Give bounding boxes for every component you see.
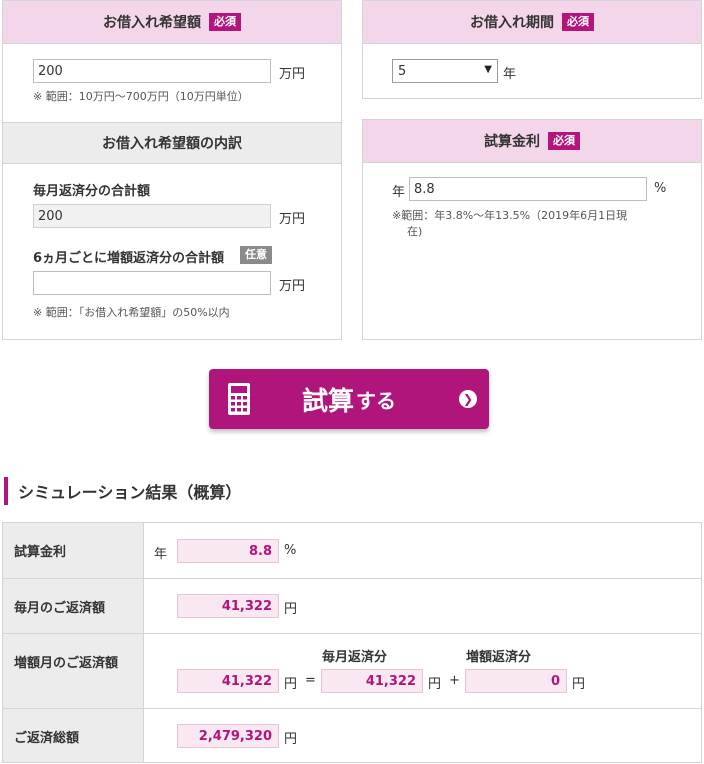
table-row: ご返済総額 2,479,320 円: [2, 708, 702, 763]
bonus-total-label: 6ヵ月ごとに増額返済分の合計額: [33, 251, 225, 266]
table-row: 毎月のご返済額 41,322 円: [2, 578, 702, 634]
calculate-label-big: 試算: [301, 386, 354, 417]
rate-note-line2: 在): [407, 225, 423, 238]
sub-monthly-value: 41,322: [321, 669, 423, 693]
result-rate-value: 8.8: [177, 539, 279, 563]
result-bonus-month-label: 増額月のご返済額: [2, 633, 144, 709]
breakdown-header: お借入れ希望額の内訳: [3, 122, 341, 164]
results-table: 試算金利 年 8.8 % 毎月のご返済額 41,322 円 増額月のご返済額 4…: [2, 522, 702, 763]
calculate-button-label: 試算 する: [209, 369, 489, 429]
result-bonus-month-cell: 41,322 円 = 毎月返済分 41,322 円 + 増額返済分 0 円: [143, 633, 702, 709]
result-monthly-unit: 円: [284, 602, 298, 617]
dropdown-arrow-icon: ▼: [484, 64, 492, 75]
rate-prefix: 年: [392, 185, 406, 200]
breakdown-heading: お借入れ希望額の内訳: [102, 136, 242, 152]
loan-period-select[interactable]: 5 ▼: [392, 59, 498, 83]
loan-period-heading: お借入れ期間: [470, 15, 554, 31]
plus-sign: +: [449, 673, 460, 688]
optional-badge: 任意: [240, 246, 272, 264]
result-rate-label: 試算金利: [2, 522, 144, 579]
monthly-total-label: 毎月返済分の合計額: [33, 184, 151, 199]
loan-period-selected: 5: [398, 63, 407, 79]
required-badge: 必須: [209, 13, 241, 31]
rate-panel: 試算金利 必須 年 8.8 % ※範囲：年3.8%〜年13.5%（2019年6月…: [362, 119, 702, 340]
required-badge: 必須: [548, 132, 580, 150]
sub-bonus-unit: 円: [572, 677, 586, 692]
bonus-total-unit: 万円: [279, 279, 306, 294]
table-row: 増額月のご返済額 41,322 円 = 毎月返済分 41,322 円 + 増額返…: [2, 633, 702, 709]
rate-heading: 試算金利: [484, 134, 540, 150]
rate-note-line1: ※範囲：年3.8%〜年13.5%（2019年6月1日現: [392, 209, 628, 222]
loan-amount-note: ※ 範囲：10万円〜700万円（10万円単位）: [33, 90, 249, 103]
required-badge: 必須: [562, 13, 594, 31]
result-total-value: 2,479,320: [177, 724, 279, 748]
result-total-unit: 円: [284, 732, 298, 747]
loan-amount-unit: 万円: [279, 67, 306, 82]
result-monthly-cell: 41,322 円: [143, 578, 702, 634]
result-monthly-value: 41,322: [177, 594, 279, 618]
results-title: シミュレーション結果（概算）: [4, 477, 241, 505]
calculate-label-small: する: [356, 388, 396, 413]
monthly-total-unit: 万円: [279, 212, 306, 227]
loan-period-unit: 年: [503, 67, 517, 82]
loan-period-header: お借入れ期間 必須: [363, 1, 701, 44]
sub-monthly-heading: 毎月返済分: [322, 650, 388, 665]
result-monthly-label: 毎月のご返済額: [2, 578, 144, 634]
loan-amount-input[interactable]: 200: [33, 59, 271, 83]
result-rate-cell: 年 8.8 %: [143, 522, 702, 579]
calculate-button[interactable]: 試算 する ❯: [209, 369, 489, 429]
monthly-total-field: 200: [33, 204, 271, 228]
rate-header: 試算金利 必須: [363, 120, 701, 163]
bonus-total-note: ※ 範囲：「お借入れ希望額」の50%以内: [33, 306, 230, 319]
equals-sign: =: [305, 673, 316, 688]
result-rate-unit: %: [284, 543, 297, 558]
result-total-label: ご返済総額: [2, 708, 144, 763]
result-rate-prefix: 年: [154, 547, 168, 562]
sub-bonus-heading: 増額返済分: [466, 650, 532, 665]
sub-bonus-value: 0: [465, 669, 567, 693]
loan-amount-heading: お借入れ希望額: [103, 15, 201, 31]
rate-input[interactable]: 8.8: [409, 177, 647, 201]
result-bonus-month-unit: 円: [284, 677, 298, 692]
loan-amount-panel: お借入れ希望額 必須 200 万円 ※ 範囲：10万円〜700万円（10万円単位…: [2, 0, 342, 340]
result-total-cell: 2,479,320 円: [143, 708, 702, 763]
loan-amount-header: お借入れ希望額 必須: [3, 1, 341, 44]
sub-monthly-unit: 円: [428, 677, 442, 692]
chevron-right-icon: ❯: [459, 390, 477, 408]
result-bonus-month-value: 41,322: [177, 669, 279, 693]
bonus-total-input[interactable]: [33, 271, 271, 295]
rate-unit: %: [654, 181, 667, 196]
loan-period-panel: お借入れ期間 必須 5 ▼ 年: [362, 0, 702, 99]
table-row: 試算金利 年 8.8 %: [2, 522, 702, 579]
